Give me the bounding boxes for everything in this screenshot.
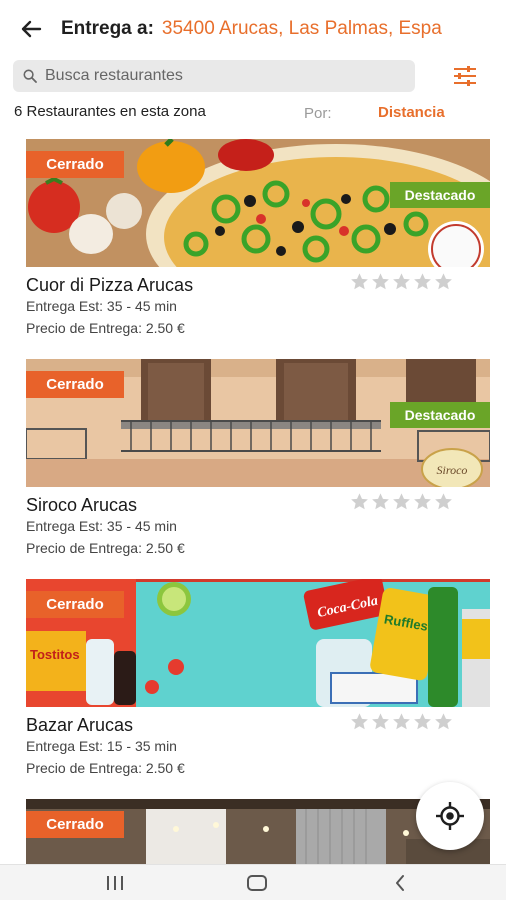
restaurant-card[interactable]: Siroco Cerrado Destacado Siroco Arucas E… [26, 359, 490, 556]
sort-dropdown[interactable]: Distancia [378, 104, 445, 121]
restaurant-image: Siroco Cerrado Destacado [26, 359, 490, 487]
restaurant-name: Cuor di Pizza Arucas [26, 275, 194, 295]
star-icon [393, 273, 410, 290]
search-icon [23, 69, 37, 83]
delivery-time: Entrega Est: 15 - 35 min [26, 738, 177, 754]
delivery-label: Entrega a: [61, 18, 154, 39]
restaurant-name: Siroco Arucas [26, 495, 138, 515]
restaurant-card[interactable]: Tostitos Coca-Cola Ruffles Cerrado Bazar… [26, 579, 490, 776]
star-icon [414, 273, 431, 290]
featured-badge: Destacado [390, 402, 490, 428]
recent-apps-button[interactable] [95, 871, 135, 895]
star-icon [435, 273, 452, 290]
delivery-price: Precio de Entrega: 2.50 € [26, 760, 185, 776]
star-icon [351, 493, 368, 510]
restaurant-card[interactable]: Cerrado Destacado Cuor di Pizza Arucas E… [26, 139, 490, 336]
delivery-price: Precio de Entrega: 2.50 € [26, 540, 185, 556]
star-icon [435, 713, 452, 730]
filter-button[interactable] [449, 62, 481, 90]
star-icon [351, 713, 368, 730]
featured-badge: Destacado [390, 182, 490, 208]
restaurant-image: Cerrado Destacado [26, 139, 490, 267]
rating-stars [350, 712, 453, 731]
system-back-button[interactable] [380, 871, 420, 895]
sliders-icon [454, 66, 476, 86]
siroco-logo: Siroco [437, 463, 468, 477]
locate-button[interactable] [416, 782, 484, 850]
sort-label: Por: [304, 105, 332, 122]
home-button[interactable] [237, 871, 277, 895]
tostitos-logo: Tostitos [30, 647, 80, 662]
restaurant-image: Tostitos Coca-Cola Ruffles Cerrado [26, 579, 490, 707]
star-icon [414, 493, 431, 510]
search-row [0, 58, 506, 94]
star-icon [435, 493, 452, 510]
results-summary: 6 Restaurantes en esta zona Por: Distanc… [0, 100, 506, 126]
star-icon [414, 713, 431, 730]
status-badge: Cerrado [26, 811, 124, 838]
my-location-icon [436, 802, 464, 830]
star-icon [372, 493, 389, 510]
rating-stars [350, 492, 453, 511]
star-icon [372, 713, 389, 730]
star-icon [372, 273, 389, 290]
star-icon [393, 493, 410, 510]
back-icon [396, 875, 404, 891]
status-badge: Cerrado [26, 371, 124, 398]
delivery-time: Entrega Est: 35 - 45 min [26, 298, 177, 314]
app-header: Entrega a: 35400 Arucas, Las Palmas, Esp… [0, 0, 506, 58]
restaurant-name: Bazar Arucas [26, 715, 134, 735]
recent-apps-icon [107, 876, 123, 890]
restaurant-count: 6 Restaurantes en esta zona [14, 103, 206, 120]
star-icon [351, 273, 368, 290]
status-badge: Cerrado [26, 151, 124, 178]
delivery-price: Precio de Entrega: 2.50 € [26, 320, 185, 336]
search-input[interactable] [45, 67, 385, 85]
star-icon [393, 713, 410, 730]
back-button[interactable] [11, 9, 51, 49]
status-badge: Cerrado [26, 591, 124, 618]
home-icon [247, 875, 267, 891]
search-box[interactable] [13, 60, 415, 92]
rating-stars [350, 272, 453, 291]
arrow-left-icon [21, 20, 42, 38]
delivery-address[interactable]: 35400 Arucas, Las Palmas, Espa [162, 18, 506, 40]
system-navbar [0, 864, 506, 900]
delivery-time: Entrega Est: 35 - 45 min [26, 518, 177, 534]
